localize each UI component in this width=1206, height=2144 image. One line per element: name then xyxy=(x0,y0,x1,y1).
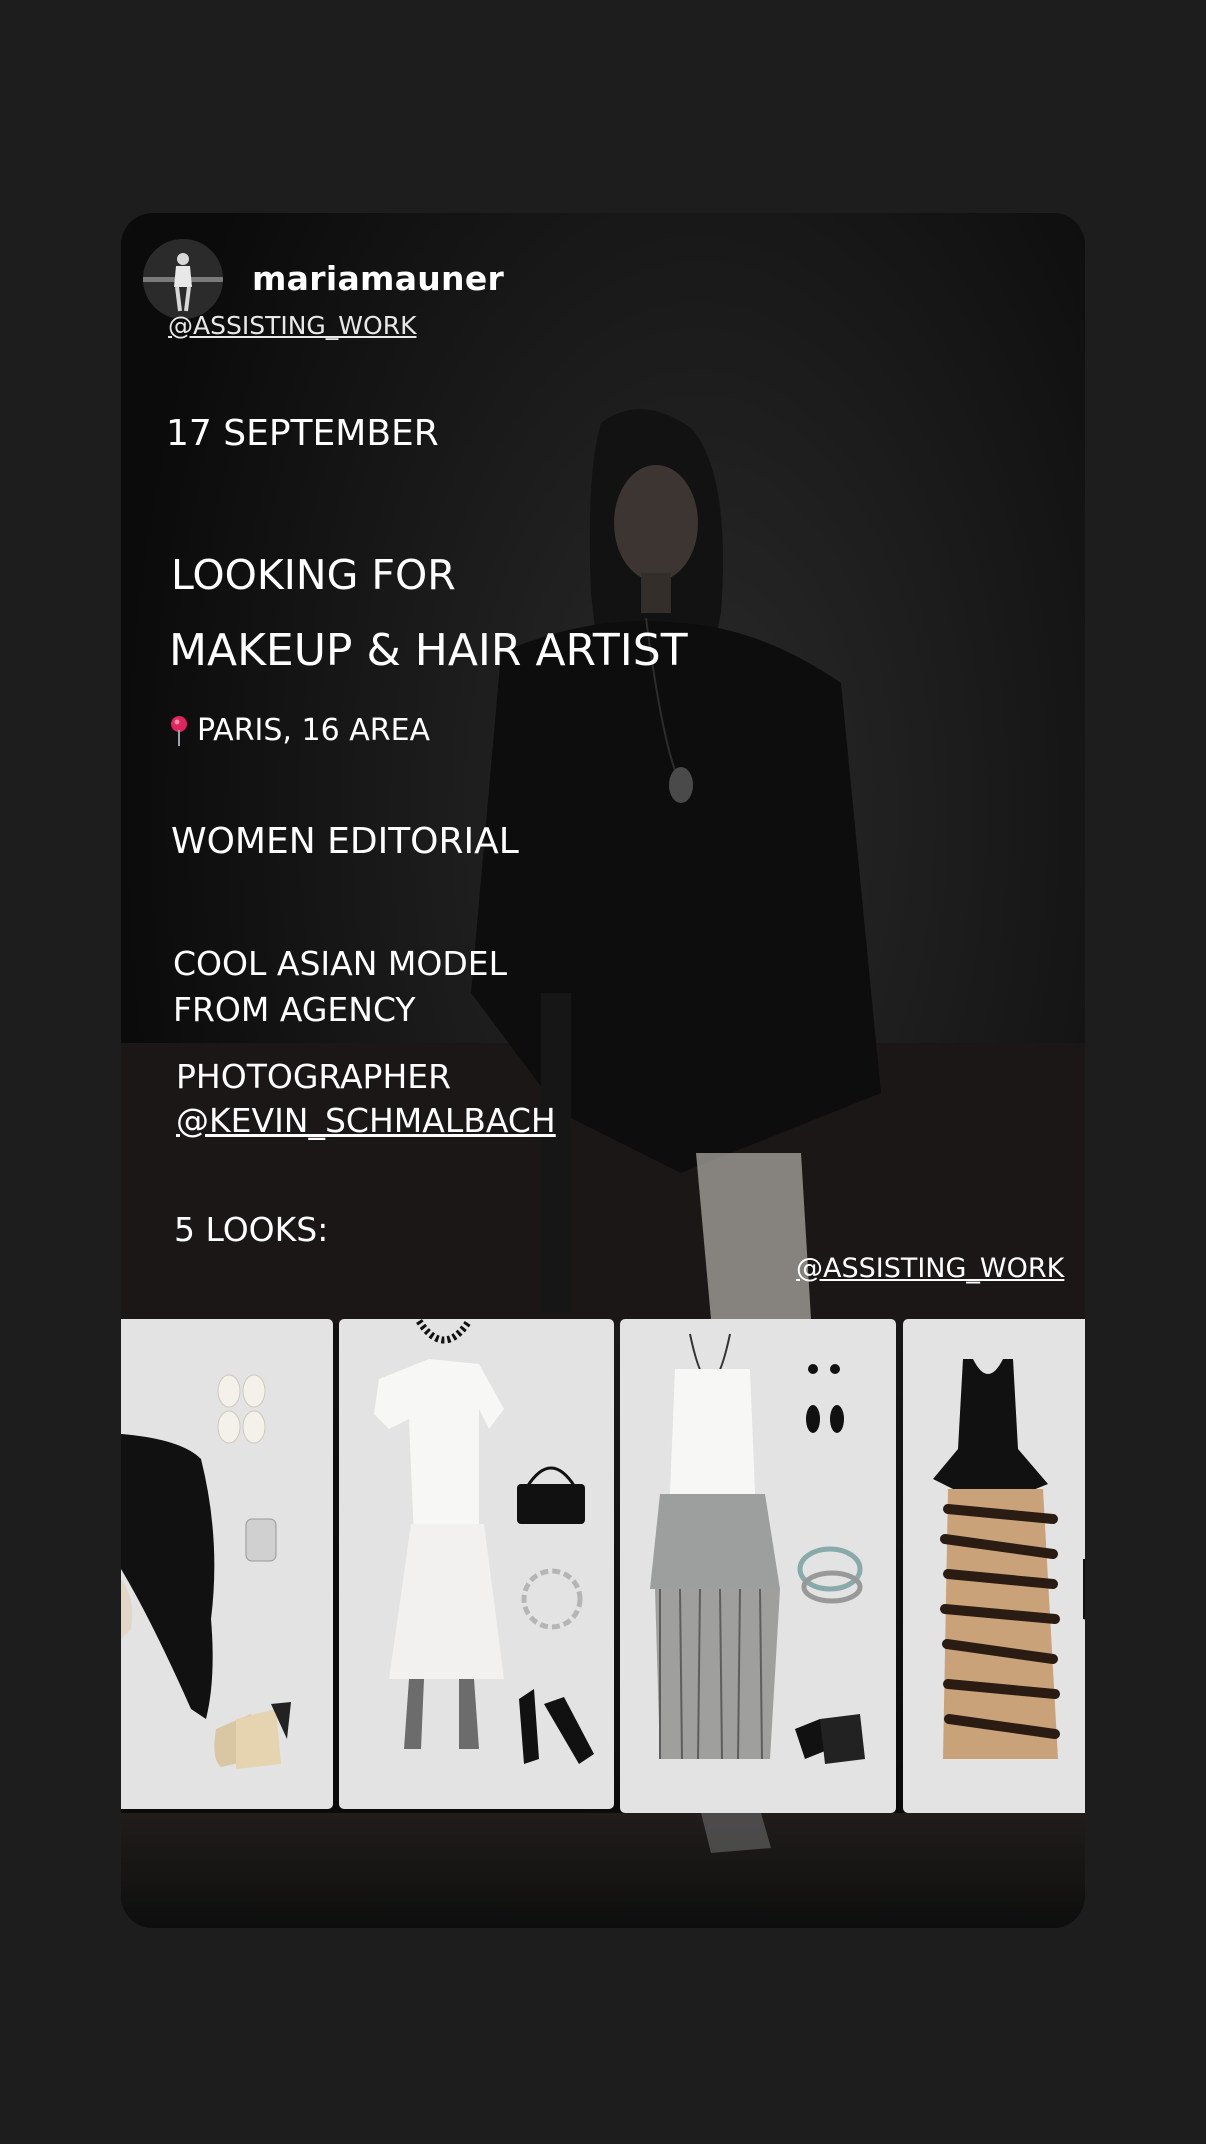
location: PARIS, 16 AREA xyxy=(167,713,430,748)
pin-icon xyxy=(171,715,187,746)
event-date: 17 SEPTEMBER xyxy=(166,413,439,454)
location-text: PARIS, 16 AREA xyxy=(197,713,431,748)
avatar[interactable] xyxy=(143,239,223,319)
look-illustration xyxy=(933,1359,1085,1759)
model-line-1: COOL ASIAN MODEL xyxy=(173,944,507,983)
story-card[interactable]: mariamauner @ASSISTING_WORK 17 SEPTEMBER… xyxy=(121,213,1085,1928)
category: WOMEN EDITORIAL xyxy=(171,821,519,862)
look-illustration xyxy=(374,1319,594,1764)
mention-link-bottom[interactable]: @ASSISTING_WORK xyxy=(796,1253,1064,1284)
avatar-image xyxy=(143,239,223,319)
look-card xyxy=(620,1319,896,1813)
headline-role: MAKEUP & HAIR ARTIST xyxy=(169,625,688,676)
photographer-info: PHOTOGRAPHER @KEVIN_SCHMALBACH xyxy=(176,1055,556,1143)
model-info: COOL ASIAN MODEL FROM AGENCY xyxy=(173,941,507,1033)
looks-label: 5 LOOKS: xyxy=(174,1210,329,1249)
headline-looking-for: LOOKING FOR xyxy=(171,551,456,599)
look-illustration xyxy=(121,1374,291,1769)
look-card xyxy=(121,1319,333,1809)
username[interactable]: mariamauner xyxy=(252,259,504,298)
look-illustration xyxy=(650,1333,865,1764)
mention-link-top[interactable]: @ASSISTING_WORK xyxy=(168,311,416,340)
model-line-2: FROM AGENCY xyxy=(173,990,416,1029)
look-card xyxy=(903,1319,1085,1813)
photographer-label: PHOTOGRAPHER xyxy=(176,1057,452,1096)
looks-collage xyxy=(121,1319,1085,1815)
photographer-mention-link[interactable]: @KEVIN_SCHMALBACH xyxy=(176,1099,556,1143)
look-card xyxy=(339,1319,614,1809)
